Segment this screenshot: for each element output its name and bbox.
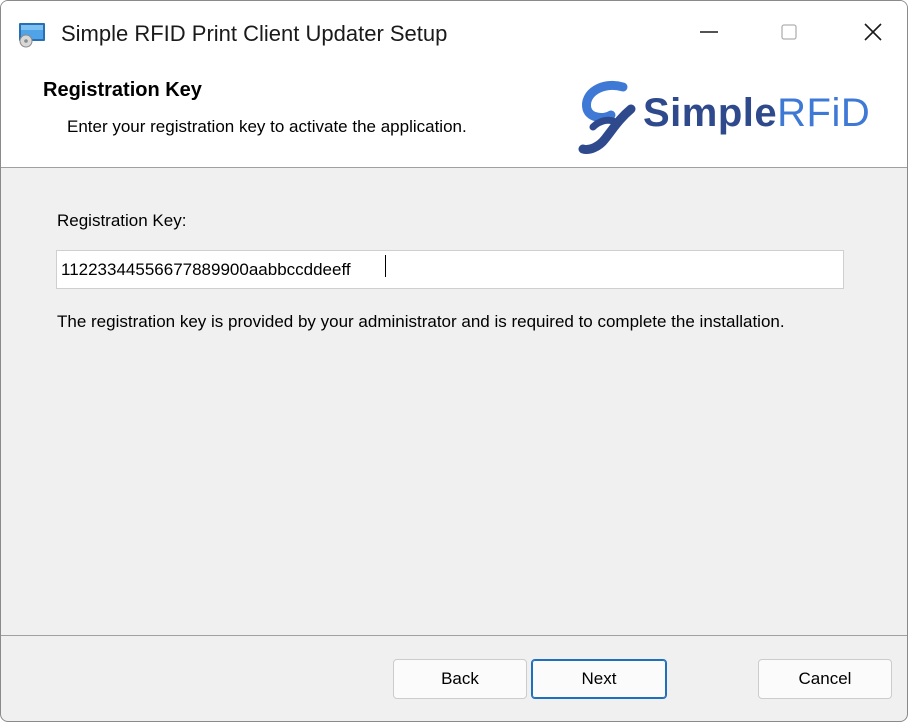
next-button[interactable]: Next bbox=[531, 659, 667, 699]
close-icon bbox=[862, 21, 884, 48]
close-button[interactable] bbox=[839, 1, 907, 67]
simplerfid-logo: SimpleRFiD bbox=[573, 77, 893, 157]
text-cursor bbox=[385, 255, 386, 277]
setup-window: Simple RFID Print Client Updater Setup R… bbox=[0, 0, 908, 722]
logo-wordmark: SimpleRFiD bbox=[643, 91, 871, 135]
registration-help-text: The registration key is provided by your… bbox=[57, 312, 785, 331]
registration-key-label: Registration Key: bbox=[57, 211, 187, 230]
installer-icon bbox=[17, 21, 47, 49]
title-bar: Simple RFID Print Client Updater Setup bbox=[1, 1, 907, 67]
window-title: Simple RFID Print Client Updater Setup bbox=[61, 21, 448, 46]
back-button[interactable]: Back bbox=[393, 659, 527, 699]
minimize-button[interactable] bbox=[673, 1, 745, 67]
simplerfid-logo-mark-icon bbox=[573, 79, 643, 155]
footer-divider bbox=[1, 635, 907, 636]
registration-key-input[interactable] bbox=[56, 250, 844, 289]
page-title: Registration Key bbox=[43, 79, 202, 101]
minimize-icon bbox=[698, 21, 720, 48]
page-subtitle: Enter your registration key to activate … bbox=[67, 117, 467, 136]
maximize-button[interactable] bbox=[753, 1, 825, 67]
header-banner: Registration Key Enter your registration… bbox=[1, 67, 907, 168]
cancel-button[interactable]: Cancel bbox=[758, 659, 892, 699]
maximize-icon bbox=[778, 21, 800, 48]
